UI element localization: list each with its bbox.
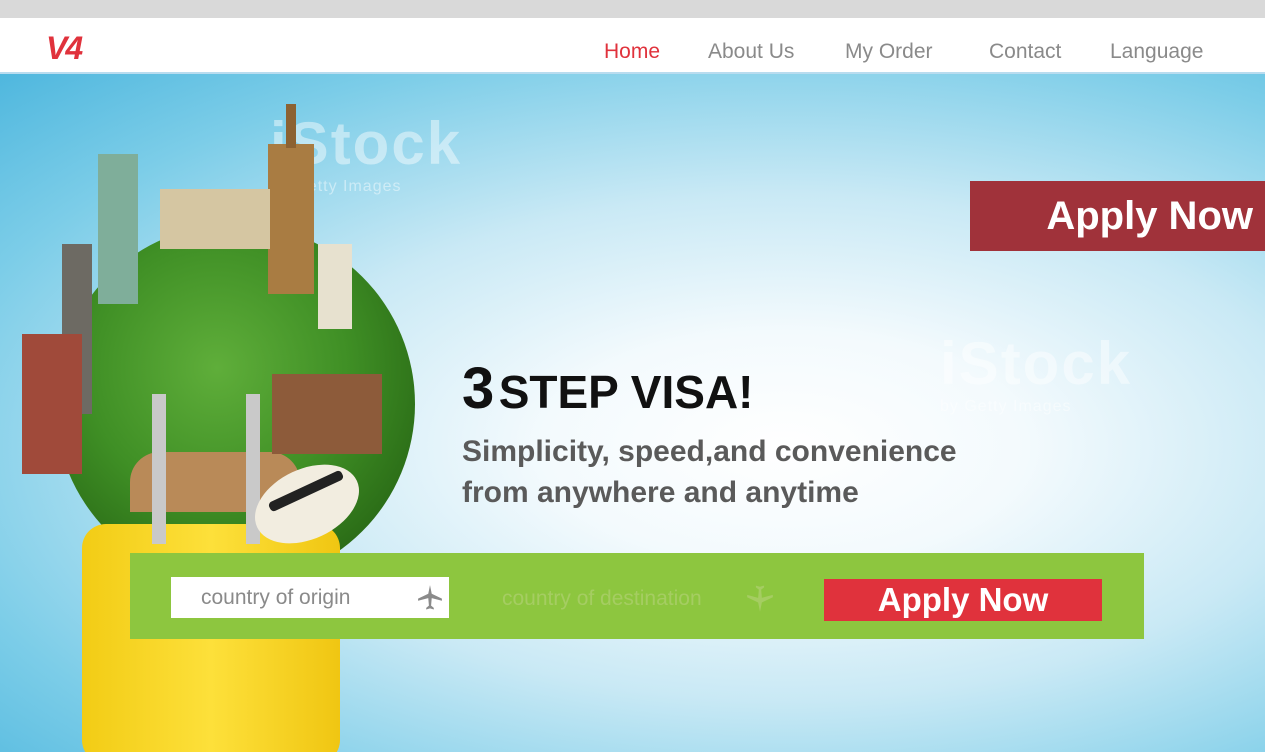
nav-home[interactable]: Home xyxy=(604,40,660,64)
navbar: V4 Home About Us My Order Contact Langua… xyxy=(0,18,1265,74)
big-ben-image xyxy=(268,144,314,294)
houses-image xyxy=(272,374,382,454)
watermark: iStockby Getty Images xyxy=(940,330,1133,415)
headline-number: 3 xyxy=(462,356,495,421)
nav-about-us[interactable]: About Us xyxy=(708,40,794,64)
nav-contact[interactable]: Contact xyxy=(989,40,1061,64)
tagline-line: from anywhere and anytime xyxy=(462,476,859,509)
country-of-origin-input[interactable] xyxy=(171,577,401,618)
tagline: Simplicity, speed,and convenience from a… xyxy=(462,431,1062,513)
brand-logo[interactable]: V4 xyxy=(46,30,83,67)
destination-label: country of destination xyxy=(502,587,702,610)
airplane-landing-icon xyxy=(747,585,773,612)
nav-language[interactable]: Language xyxy=(1110,40,1203,64)
pisa-tower-image xyxy=(318,244,352,329)
parthenon-image xyxy=(160,189,270,249)
country-of-destination-field[interactable]: country of destination xyxy=(502,581,802,615)
apply-now-banner-button[interactable]: Apply Now xyxy=(970,181,1265,251)
statue-of-liberty-image xyxy=(98,154,138,304)
visa-search-bar: country of destination Apply Now xyxy=(130,553,1144,639)
browser-top-strip xyxy=(0,0,1265,18)
suitcase-handle xyxy=(152,394,166,544)
kremlin-tower-image xyxy=(22,334,82,474)
tagline-line: Simplicity, speed,and convenience xyxy=(462,435,957,468)
airplane-takeoff-icon xyxy=(418,585,442,610)
hero-banner: iStock by Getty Images iStock by Getty Ima… xyxy=(0,74,1265,752)
headline-text: STEP VISA! xyxy=(498,366,754,418)
country-of-origin-field[interactable] xyxy=(171,577,449,618)
big-ben-spire xyxy=(286,104,296,148)
nav-my-order[interactable]: My Order xyxy=(845,40,933,64)
apply-now-button[interactable]: Apply Now xyxy=(824,579,1102,621)
page-headline: 3 STEP VISA! xyxy=(462,355,754,422)
